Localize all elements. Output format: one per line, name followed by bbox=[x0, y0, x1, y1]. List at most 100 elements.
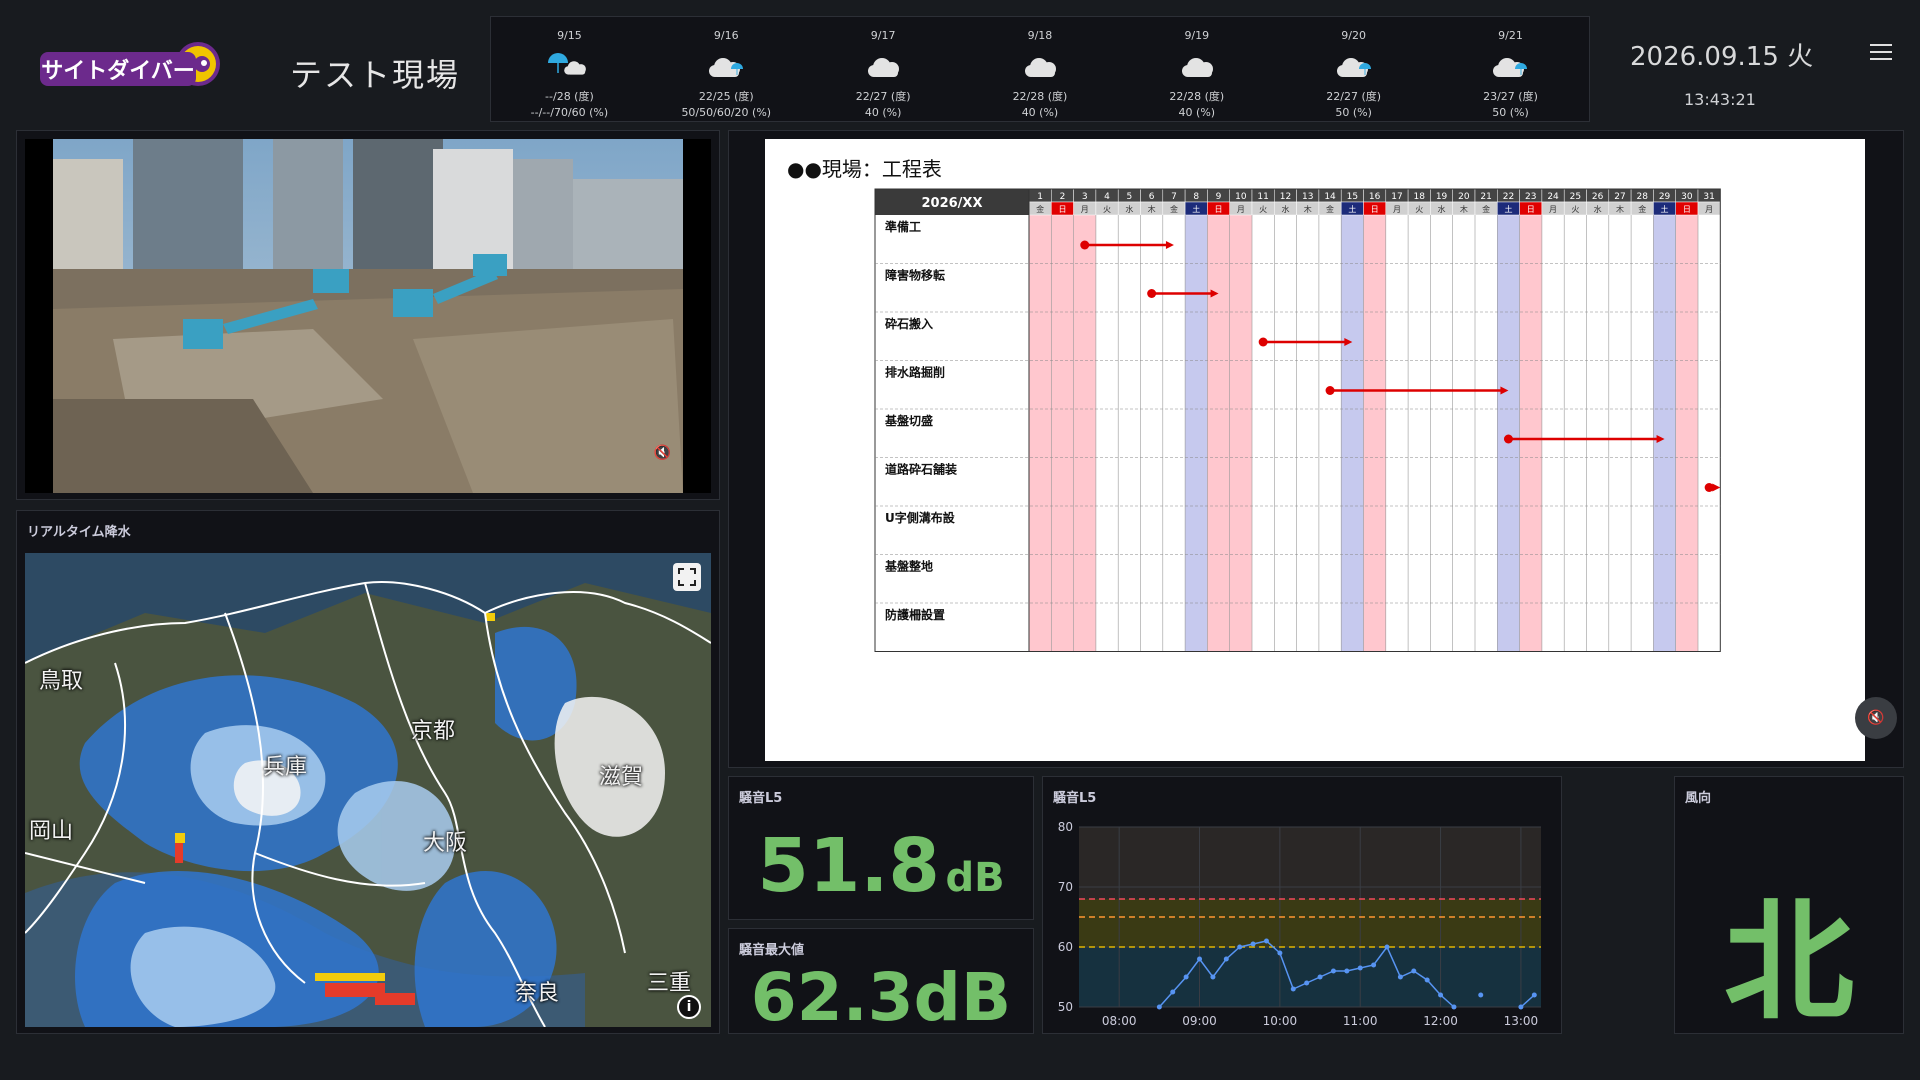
wind-panel: 風向 北 bbox=[1674, 776, 1904, 1038]
data-point bbox=[1330, 968, 1336, 974]
data-point bbox=[1531, 992, 1537, 998]
gantt-day: 2 bbox=[1060, 192, 1066, 202]
weather-date: 9/16 bbox=[713, 29, 739, 42]
noise-l5-value: 51.8 bbox=[757, 823, 940, 909]
gantt-day: 20 bbox=[1458, 192, 1470, 202]
gantt-day: 23 bbox=[1525, 192, 1536, 202]
gantt-weekday: 木 bbox=[1304, 204, 1312, 214]
gantt-day: 9 bbox=[1216, 192, 1222, 202]
weather-temp: 22/28 (度) bbox=[1169, 90, 1225, 103]
data-point bbox=[1210, 974, 1216, 980]
gantt-month: 2026/XX bbox=[922, 196, 983, 211]
y-tick-label: 60 bbox=[1058, 940, 1073, 954]
data-point bbox=[1250, 941, 1256, 947]
data-point bbox=[1397, 974, 1403, 980]
noise-max-panel: 騒音最大値 62.3dB bbox=[728, 928, 1034, 1036]
gantt-task-bar bbox=[1704, 483, 1721, 492]
construction-site-image bbox=[53, 139, 683, 493]
data-point bbox=[1237, 944, 1243, 950]
gantt-day: 31 bbox=[1703, 192, 1714, 202]
gantt-weekday: 金 bbox=[1326, 204, 1334, 214]
weather-day: 9/21 23/27 (度) 50 (%) bbox=[1435, 17, 1585, 121]
gantt-day: 8 bbox=[1193, 192, 1199, 202]
current-time: 13:43:21 bbox=[1684, 90, 1756, 109]
radar-map[interactable]: 鳥取 兵庫 京都 滋賀 岡山 大阪 奈良 三重 i bbox=[25, 553, 711, 1027]
gantt-day: 28 bbox=[1637, 192, 1649, 202]
weather-temp: 22/28 (度) bbox=[1012, 90, 1068, 103]
weather-day: 9/18 22/28 (度) 40 (%) bbox=[965, 17, 1115, 121]
weather-temp: 22/27 (度) bbox=[855, 90, 911, 103]
chart-zone bbox=[1079, 899, 1541, 947]
gantt-day: 15 bbox=[1347, 192, 1358, 202]
gantt-day: 19 bbox=[1436, 192, 1448, 202]
camera-video[interactable]: 🔇 bbox=[25, 139, 711, 493]
weather-day: 9/20 22/27 (度) 50 (%) bbox=[1279, 17, 1429, 121]
data-point bbox=[1304, 980, 1310, 986]
weather-date: 9/20 bbox=[1341, 29, 1366, 42]
gantt-day: 30 bbox=[1681, 192, 1693, 202]
noise-max-title: 騒音最大値 bbox=[739, 943, 805, 958]
cloud-umbrella-icon bbox=[651, 46, 801, 84]
x-tick-label: 10:00 bbox=[1263, 1014, 1298, 1028]
weather-date: 9/17 bbox=[870, 29, 896, 42]
fullscreen-icon[interactable] bbox=[673, 563, 701, 591]
gantt-task-label: 砕石搬入 bbox=[884, 316, 933, 331]
dashboard: サイトダイバー テスト現場 9/15 --/28 (度) --/--/70/60 (… bbox=[0, 0, 1920, 1080]
data-point bbox=[1478, 992, 1484, 998]
gantt-day: 22 bbox=[1503, 192, 1514, 202]
x-tick-label: 13:00 bbox=[1504, 1014, 1539, 1028]
gantt-day: 6 bbox=[1149, 192, 1155, 202]
data-point bbox=[1411, 968, 1417, 974]
gantt-day: 27 bbox=[1614, 192, 1625, 202]
noise-line-chart: 50 60 70 80 08:00 09:00 10:00 11:00 12:00 13:00 bbox=[1058, 820, 1541, 1028]
gantt-day: 1 bbox=[1037, 192, 1043, 202]
gantt-weekday: 金 bbox=[1482, 204, 1490, 214]
radar-label-kyoto: 京都 bbox=[411, 719, 456, 744]
mute-icon[interactable]: 🔇 bbox=[654, 445, 671, 461]
data-point bbox=[1451, 1004, 1457, 1010]
radar-label-okayama: 岡山 bbox=[29, 819, 74, 844]
radar-label-mie: 三重 bbox=[647, 971, 692, 996]
data-point bbox=[1317, 974, 1323, 980]
umbrella-cloud-icon bbox=[494, 46, 644, 84]
mute-icon[interactable]: 🔇 bbox=[1855, 697, 1897, 739]
gantt-weekday: 日 bbox=[1371, 205, 1379, 214]
weather-rain: --/--/70/60 (%) bbox=[530, 106, 609, 119]
weather-day: 9/17 22/27 (度) 40 (%) bbox=[808, 17, 958, 121]
logo: サイトダイバー bbox=[38, 38, 228, 98]
gantt-weekday: 火 bbox=[1571, 205, 1579, 214]
data-point bbox=[1263, 938, 1269, 944]
chart-zone bbox=[1079, 827, 1541, 899]
noise-max-value: 62.3dB bbox=[750, 959, 1012, 1036]
info-icon[interactable]: i bbox=[677, 995, 701, 1019]
radar-label-tottori: 鳥取 bbox=[39, 669, 84, 694]
weather-day: 9/19 22/28 (度) 40 (%) bbox=[1122, 17, 1272, 121]
gantt-weekday: 金 bbox=[1638, 204, 1646, 214]
gantt-day: 7 bbox=[1171, 192, 1177, 202]
gantt-weekday: 月 bbox=[1237, 205, 1245, 214]
noise-chart-panel: 騒音L5 50 60 70 80 08:00 09:00 10:00 11:00 12:00 13… bbox=[1042, 776, 1562, 1034]
weather-date: 9/19 bbox=[1184, 29, 1210, 42]
y-tick-label: 50 bbox=[1058, 1000, 1073, 1014]
data-point bbox=[1438, 992, 1444, 998]
weather-date: 9/21 bbox=[1498, 29, 1523, 42]
data-point bbox=[1183, 974, 1189, 980]
data-point bbox=[1223, 956, 1229, 962]
radar-title: リアルタイム降水 bbox=[27, 525, 131, 540]
gantt-day: 26 bbox=[1592, 192, 1604, 202]
weather-temp: 22/27 (度) bbox=[1326, 90, 1382, 103]
data-point bbox=[1170, 989, 1176, 995]
y-tick-label: 70 bbox=[1058, 880, 1073, 894]
gantt-day: 21 bbox=[1480, 192, 1491, 202]
gantt-weekday: 金 bbox=[1170, 204, 1178, 214]
gantt-day: 13 bbox=[1302, 192, 1313, 202]
gantt-chart: 2026/XX 1 金 2 日 3 月 4 火 5 水 6 木 7 金 8 土 9 日 10 月 11 火 12 水 13 木 14 金… bbox=[874, 188, 1721, 652]
data-point bbox=[1197, 956, 1203, 962]
weather-temp: --/28 (度) bbox=[545, 90, 594, 103]
gantt-weekday: 金 bbox=[1036, 204, 1044, 214]
menu-icon[interactable] bbox=[1870, 44, 1892, 62]
data-point bbox=[1344, 968, 1350, 974]
noise-l5-panel: 騒音L5 51.8 dB bbox=[728, 776, 1034, 920]
gantt-day: 10 bbox=[1235, 192, 1247, 202]
gantt-weekday: 土 bbox=[1348, 204, 1356, 214]
